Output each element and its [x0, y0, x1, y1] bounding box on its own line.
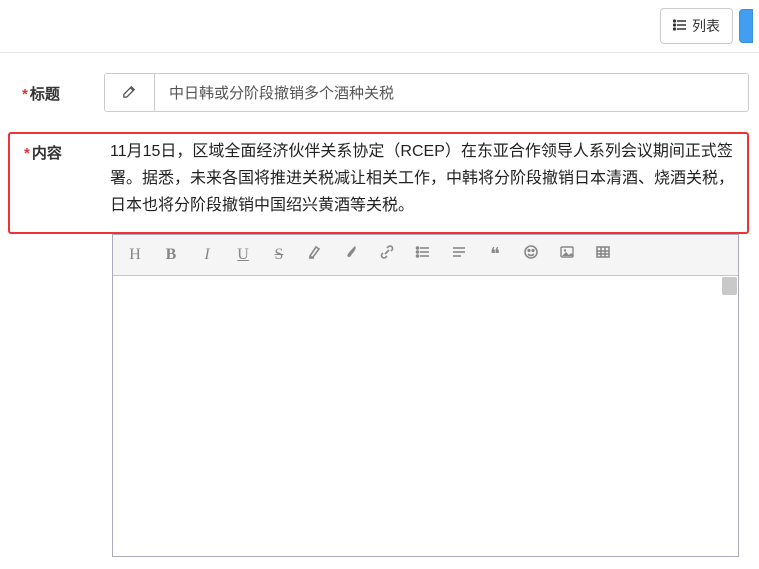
editor-body[interactable] [113, 276, 738, 556]
strikethrough-button[interactable]: S [261, 241, 297, 269]
bullet-list-button[interactable] [405, 241, 441, 269]
title-label: *标题 [8, 73, 104, 104]
title-field [104, 73, 749, 112]
scrollbar-thumb[interactable] [722, 277, 737, 295]
title-row: *标题 [8, 73, 749, 112]
pencil-icon [122, 84, 137, 102]
table-button[interactable] [585, 241, 621, 269]
brush-button[interactable] [333, 241, 369, 269]
required-marker: * [24, 145, 30, 162]
image-icon [559, 244, 575, 265]
title-input[interactable] [155, 74, 748, 111]
content-row: *内容 11月15日，区域全面经济伙伴关系协定（RCEP）在东亚合作领导人系列会… [8, 132, 749, 234]
emoji-icon [523, 244, 539, 265]
content-label: *内容 [14, 138, 110, 163]
table-icon [595, 244, 611, 265]
highlight-button[interactable] [297, 241, 333, 269]
rich-text-editor: H B I U S ❝ [112, 234, 739, 557]
top-bar: 列表 [0, 0, 759, 53]
brush-icon [343, 244, 359, 265]
underline-button[interactable]: U [225, 241, 261, 269]
primary-action-button[interactable] [739, 9, 753, 43]
required-marker: * [22, 86, 28, 103]
align-icon [451, 244, 467, 265]
bullet-list-icon [415, 244, 431, 265]
content-text: 11月15日，区域全面经济伙伴关系协定（RCEP）在东亚合作领导人系列会议期间正… [110, 138, 743, 226]
list-button-label: 列表 [692, 16, 720, 36]
list-button[interactable]: 列表 [660, 8, 733, 44]
bold-button[interactable]: B [153, 241, 189, 269]
content-field: 11月15日，区域全面经济伙伴关系协定（RCEP）在东亚合作领导人系列会议期间正… [110, 138, 743, 226]
link-button[interactable] [369, 241, 405, 269]
form-area: *标题 *内容 11月15日，区域全面经济伙伴关系协定（RCEP）在东亚合作领导… [0, 53, 759, 569]
italic-button[interactable]: I [189, 241, 225, 269]
align-button[interactable] [441, 241, 477, 269]
editor-toolbar: H B I U S ❝ [113, 235, 738, 276]
highlight-icon [307, 244, 323, 265]
title-input-group [104, 73, 749, 112]
edit-icon-button[interactable] [105, 74, 155, 111]
list-icon [673, 19, 687, 33]
link-icon [379, 244, 395, 265]
content-label-text: 内容 [32, 145, 62, 162]
blockquote-button[interactable]: ❝ [477, 241, 513, 269]
heading-button[interactable]: H [117, 241, 153, 269]
image-button[interactable] [549, 241, 585, 269]
title-label-text: 标题 [30, 86, 60, 103]
emoji-button[interactable] [513, 241, 549, 269]
